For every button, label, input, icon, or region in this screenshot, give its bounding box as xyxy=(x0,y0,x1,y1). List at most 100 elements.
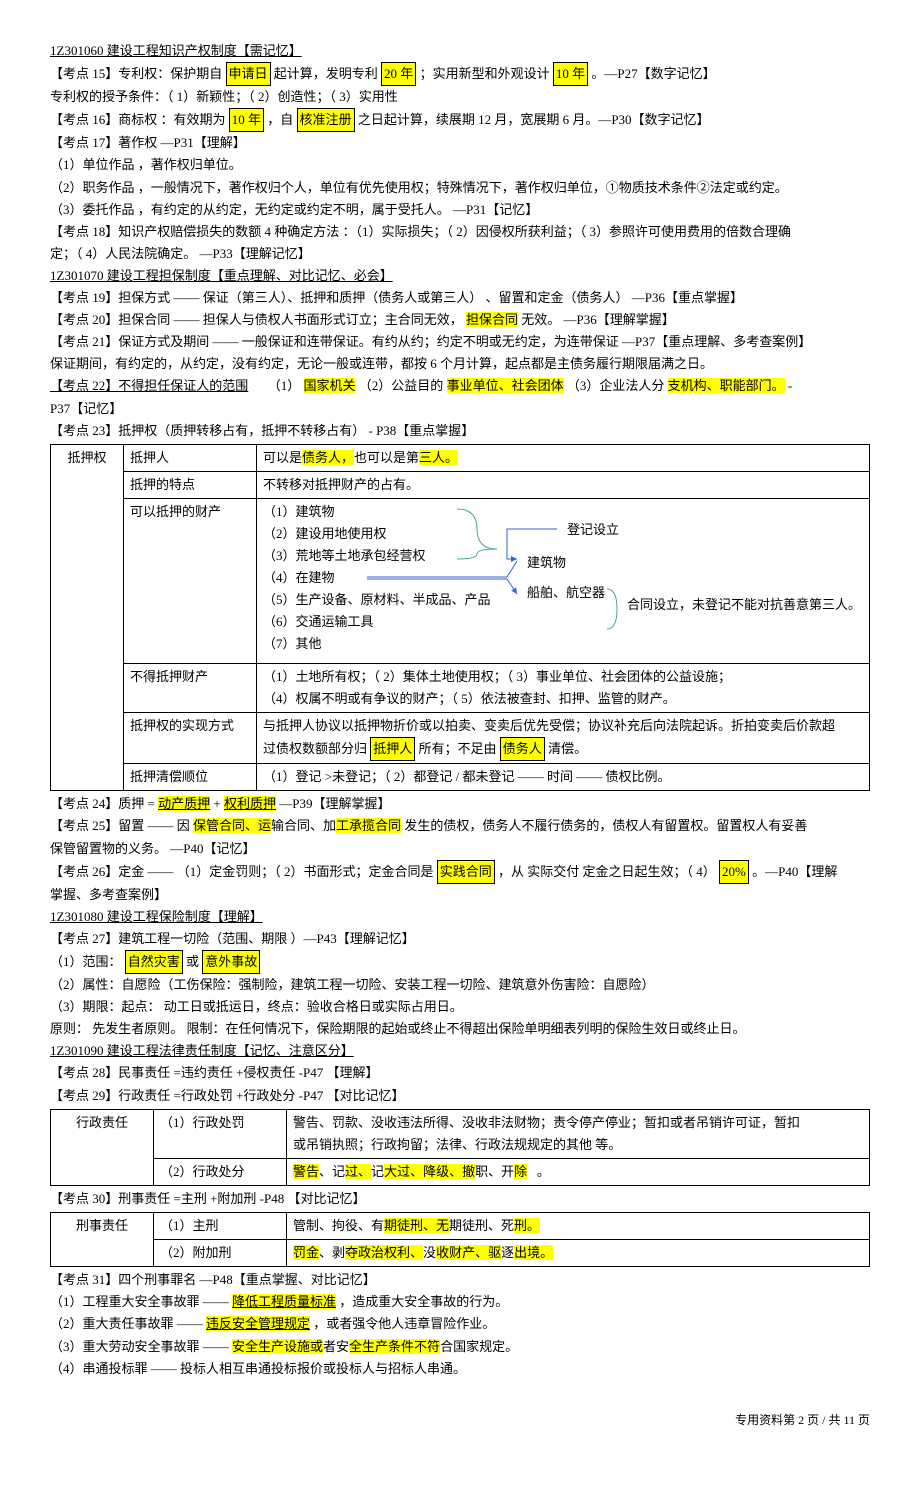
point-28: 【考点 28】民事责任 =违约责任 +侵权责任 -P47 【理解】 xyxy=(50,1062,870,1084)
point-24: 【考点 24】质押 = 动产质押 + 权利质押 —P39【理解掌握】 xyxy=(50,793,870,815)
t30-r2h1: 罚金 xyxy=(293,1245,319,1260)
p26-h2: 20% xyxy=(719,860,749,884)
anno-contract: 合同设立，未登记不能对抗善意第三人。 xyxy=(627,597,861,612)
t30-r2m2: 没 xyxy=(423,1245,436,1260)
t23-r6c2: 抵押清偿顺位 xyxy=(124,764,257,791)
p31-l3: （3）重大劳动安全事故罪 —— 安全生产设施或者安全生产条件不符合国家规定。 xyxy=(50,1336,870,1358)
point-19: 【考点 19】担保方式 —— 保证（第三人）、抵押和质押（债务人或第三人） 、留… xyxy=(50,287,870,309)
t29-r2m2: 记 xyxy=(371,1164,384,1179)
t23-r1c3: 可以是债务人，也可以是第三人。 xyxy=(257,444,870,471)
p31-h3: 安全生产设施或 xyxy=(232,1339,323,1354)
t29-r2v: 警告、记过、记大过、降级、撤职、开除 。 xyxy=(287,1158,870,1185)
p26-pre: 【考点 26】定金 —— （1）定金罚则；（ 2）书面形式；定金合同是 xyxy=(50,864,434,879)
p26-l2: 掌握、多考查案例】 xyxy=(50,884,870,906)
t30-r2m3: 逐 xyxy=(501,1245,514,1260)
t30-r1m1: 期徒刑、死 xyxy=(449,1218,514,1233)
p31-l1b: ，造成重大安全事故的行为。 xyxy=(339,1294,508,1309)
p15-m2: ；实用新型和外观设计 xyxy=(420,66,550,81)
section-1080-title: 1Z301080 建设工程保险制度【理解】 xyxy=(50,906,870,928)
p27-h1: 自然灾害 xyxy=(125,950,183,974)
t29-r1v: 警告、罚款、没收违法所得、没收非法财物；责令停产停业；暂扣或者吊销许可证，暂扣 … xyxy=(287,1109,870,1158)
t29-r2h3: 大过、降 xyxy=(384,1164,436,1179)
p17-l2: （2）职务作品 ，一般情况下，著作权归个人，单位有优先使用权；特殊情况下，著作权… xyxy=(50,177,870,199)
p31-h4: 全生产条件不符 xyxy=(349,1339,440,1354)
p31-l2: （2）重大责任事故罪 —— 违反安全管理规定 ，或者强令他人违章冒险作业。 xyxy=(50,1313,870,1335)
t23-r5h2: 债务人 xyxy=(500,737,545,761)
t29-r2m3: 职、开 xyxy=(475,1164,514,1179)
t30-r2m1: 、剥 xyxy=(319,1245,345,1260)
section-1070-title: 1Z301070 建设工程担保制度【重点理解、对比记忆、必会】 xyxy=(50,265,870,287)
t30-r1a: 管制、拘役、有 xyxy=(293,1218,384,1233)
t23-r6c3: （1）登记 >未登记；（ 2）都登记 / 都未登记 —— 时间 —— 债权比例。 xyxy=(257,764,870,791)
p26-mid: ，从 实际交付 定金之日起生效；（ 4） xyxy=(498,864,716,879)
p31-l3b: 者安 xyxy=(323,1339,349,1354)
point-29: 【考点 29】行政责任 =行政处罚 +行政处分 -P47 【对比记忆】 xyxy=(50,1085,870,1107)
p31-h2: 违反安全管理规定 xyxy=(206,1316,310,1331)
t30-r1h1: 期徒刑、无 xyxy=(384,1218,449,1233)
p21-l1: 【考点 21】保证方式及期间 —— 一般保证和连带保证。有约从约；约定不明或无约… xyxy=(50,331,870,353)
p18-l1: 【考点 18】知识产权赔偿损失的数额 4 种确定方法 ：（1）实际损失；（ 2）… xyxy=(50,221,870,243)
p25-h1: 保管合同、运 xyxy=(193,818,271,833)
anno-ship: 船舶、航空器 xyxy=(527,585,605,600)
t23-root: 抵押权 xyxy=(51,444,124,791)
t29-r2: （2）行政处分 xyxy=(154,1158,287,1185)
t29-r2m4: 。 xyxy=(537,1164,550,1179)
p16-h1: 10 年 xyxy=(229,108,264,132)
t29-r2h4: 级、撤 xyxy=(436,1164,475,1179)
p20-post: 无效。 —P36【理解掌握】 xyxy=(521,312,674,327)
t23-r4c2: 不得抵押财产 xyxy=(124,663,257,712)
p27-l4: 原则： 先发生者原则。 限制：在任何情况下，保险期限的起始或终止不得超出保险单明… xyxy=(50,1018,870,1040)
p31-l3c: 合国家规定。 xyxy=(440,1339,518,1354)
p22-post: - xyxy=(788,378,792,393)
t29-r2m1: 、记 xyxy=(319,1164,345,1179)
p31-l2a: （2）重大责任事故罪 —— xyxy=(50,1316,203,1331)
t23-r5c2: 抵押权的实现方式 xyxy=(124,713,257,764)
point-20: 【考点 20】担保合同 —— 担保人与债权人书面形式订立；主合同无效， 担保合同… xyxy=(50,309,870,331)
p21-l2: 保证期间，有约定的，从约定，没有约定，无论一般或连带，都按 6 个月计算，起点都… xyxy=(50,353,870,375)
p15-h3: 10 年 xyxy=(553,62,588,86)
table-30-criminal: 刑事责任 （1）主刑 管制、拘役、有期徒刑、无期徒刑、死刑。 （2）附加刑 罚金… xyxy=(50,1212,870,1267)
p15-h2: 20 年 xyxy=(381,62,416,86)
t23-r5c3a: 与抵押人协议以抵押物折价或以拍卖、变卖后优先受偿；协议补充后向法院起诉。折拍变卖… xyxy=(263,718,835,733)
t23-r1c3a: 可以是 xyxy=(263,450,302,465)
anno-reg: 登记设立 xyxy=(567,522,619,537)
t30-r2v: 罚金、剥夺政治权利、没收财产、驱逐出境。 xyxy=(287,1240,870,1267)
t23-r5c3d: 清偿。 xyxy=(548,741,587,756)
point-17-title: 【考点 17】著作权 —P31【理解】 xyxy=(50,132,870,154)
p16-h2: 核准注册 xyxy=(297,108,355,132)
p22-h2: 事业单位、社会团体 xyxy=(447,378,564,393)
table-23-mortgage: 抵押权 抵押人 可以是债务人，也可以是第三人。 抵押的特点 不转移对抵押财产的占… xyxy=(50,444,870,792)
point-15: 【考点 15】专利权：保护期自 申请日 起计算，发明专利 20 年 ；实用新型和… xyxy=(50,62,870,86)
t23-r3c2: 可以抵押的财产 xyxy=(124,498,257,663)
t29-r2h5: 除 xyxy=(514,1164,527,1179)
p22-h1: 国家机关 xyxy=(304,378,356,393)
p31-l3a: （3）重大劳动安全事故罪 —— xyxy=(50,1339,229,1354)
p27-l2: （2）属性：自愿险（工伤保险：强制险，建筑工程一切险、安装工程一切险、建筑意外伤… xyxy=(50,974,870,996)
p20-pre: 【考点 20】担保合同 —— 担保人与债权人书面形式订立；主合同无效， xyxy=(50,312,463,327)
t23-r5c3c: 所有；不足由 xyxy=(419,741,497,756)
p31-h1: 降低工程质量标准 xyxy=(232,1294,336,1309)
anno-build: 建筑物 xyxy=(527,555,566,570)
point-31-title: 【考点 31】四个刑事罪名 —P48【重点掌握、对比记忆】 xyxy=(50,1269,870,1291)
p15-h1: 申请日 xyxy=(226,62,271,86)
p31-l4: （4）串通投标罪 —— 投标人相互串通投标报价或投标人与招标人串通。 xyxy=(50,1358,870,1380)
section-1060-title: 1Z301060 建设工程知识产权制度【需记忆】 xyxy=(50,40,870,62)
p22-pre: 【考点 22】不得担任保证人的范围 xyxy=(50,378,248,393)
p24-mid: + xyxy=(213,796,224,811)
section-1090-title: 1Z301090 建设工程法律责任制度【记忆、注意区分】 xyxy=(50,1040,870,1062)
p24-pre: 【考点 24】质押 = xyxy=(50,796,158,811)
t30-r1h2: 刑。 xyxy=(514,1218,540,1233)
t23-r4c3: （1）土地所有权；（ 2）集体土地使用权；（ 3）事业单位、社会团体的公益设施；… xyxy=(257,663,870,712)
t23-r1c2: 抵押人 xyxy=(124,444,257,471)
point-26: 【考点 26】定金 —— （1）定金罚则；（ 2）书面形式；定金合同是 实践合同… xyxy=(50,860,870,884)
p15-m1: 起计算，发明专利 xyxy=(274,66,378,81)
t30-r1v: 管制、拘役、有期徒刑、无期徒刑、死刑。 xyxy=(287,1213,870,1240)
t23-r2c3: 不转移对抵押财产的占有。 xyxy=(257,471,870,498)
p31-l2b: ，或者强令他人违章冒险作业。 xyxy=(313,1316,495,1331)
p16-post: 之日起计算，续展期 12 月，宽展期 6 月。—P30【数字记忆】 xyxy=(358,112,710,127)
t29-r1: （1）行政处罚 xyxy=(154,1109,287,1158)
p26-post: 。—P40【理解 xyxy=(752,864,837,879)
p25-h2: 工承揽合同 xyxy=(336,818,401,833)
point-30: 【考点 30】刑事责任 =主刑 +附加刑 -P48 【对比记忆】 xyxy=(50,1188,870,1210)
t23-r5c3b: 过债权数额部分归 xyxy=(263,741,367,756)
